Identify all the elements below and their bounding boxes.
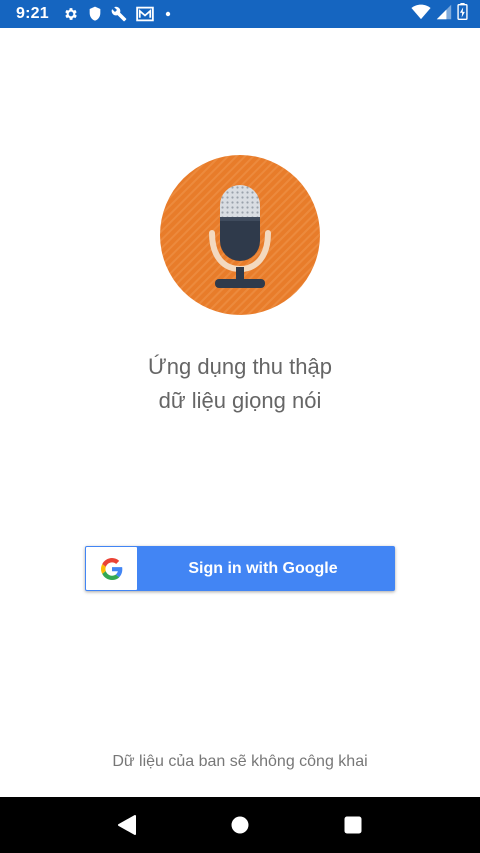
status-system-icons (411, 3, 468, 25)
dot-icon (163, 9, 173, 19)
home-button[interactable] (220, 805, 260, 845)
google-signin-label: Sign in with Google (188, 559, 338, 577)
status-time: 9:21 (16, 5, 49, 22)
privacy-note: Dữ liệu của ban sẽ không công khai (112, 753, 368, 770)
navigation-bar (0, 797, 480, 853)
gear-icon (63, 6, 79, 22)
recents-button[interactable] (333, 805, 373, 845)
google-g-icon (100, 557, 122, 580)
home-circle-icon (231, 816, 249, 834)
status-bar: 9:21 (0, 0, 480, 28)
mail-icon (136, 6, 154, 22)
signal-icon (436, 4, 452, 25)
back-button[interactable] (107, 805, 147, 845)
app-title-line2: dữ liệu giọng nói (158, 388, 322, 413)
app-title-line1: Ứng dụng thu thập (148, 354, 332, 379)
google-logo-box (86, 547, 137, 590)
app-logo (160, 155, 320, 315)
shield-icon (88, 6, 102, 22)
back-triangle-icon (117, 815, 136, 835)
wifi-icon (411, 4, 431, 25)
app-screen: 9:21 Ứng dụng thu thập dữ liệu giọng nói… (0, 0, 480, 853)
app-title: Ứng dụng thu thập dữ liệu giọng nói (0, 350, 480, 418)
microphone-icon (160, 155, 320, 315)
wrench-icon (111, 6, 127, 22)
recents-square-icon (344, 816, 362, 834)
status-notification-icons (63, 6, 173, 22)
google-signin-button[interactable]: Sign in with Google (85, 546, 395, 591)
battery-icon (457, 3, 468, 25)
